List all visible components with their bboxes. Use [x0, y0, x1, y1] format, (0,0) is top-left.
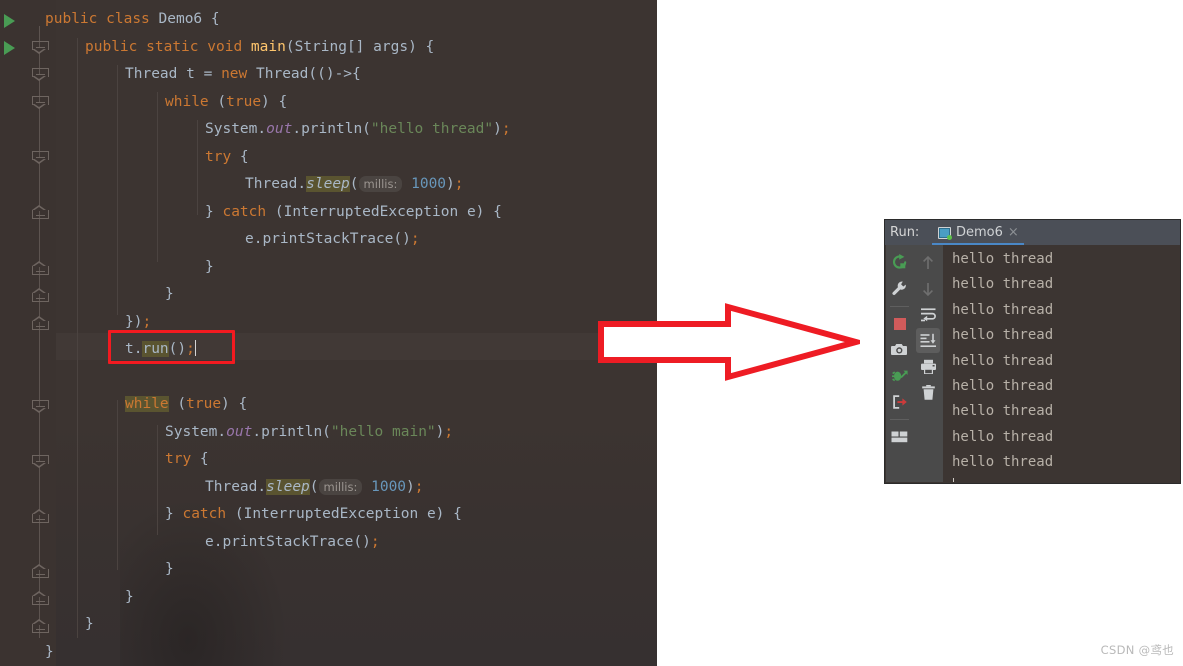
code-line[interactable]: } [0, 254, 657, 282]
code-line-text: while (true) { [165, 93, 288, 110]
console-tab-icon [938, 226, 952, 240]
indent-guide [157, 92, 158, 262]
indent-guide [197, 120, 198, 215]
code-line-text: Thread t = new Thread(()->{ [125, 66, 361, 82]
console-output-line: hello thread [952, 327, 1054, 344]
run-label: Run: [890, 225, 920, 240]
console-output-line: hello thread [952, 301, 1054, 318]
exit-icon[interactable] [888, 389, 912, 414]
run-toolbar-right[interactable] [913, 245, 943, 482]
code-line-text: public class Demo6 { [45, 11, 220, 27]
code-line-text: Thread.sleep(millis: 1000); [245, 176, 464, 192]
code-line-text: public static void main(String[] args) { [85, 38, 435, 55]
code-line[interactable]: } [0, 584, 657, 612]
arrow-up-icon[interactable] [916, 250, 940, 275]
code-line-text: } [125, 588, 134, 605]
code-line[interactable]: e.printStackTrace(); [0, 529, 657, 557]
code-line-text: e.printStackTrace(); [245, 231, 420, 247]
console-caret [953, 477, 954, 482]
rerun-icon[interactable] [888, 250, 912, 275]
code-line[interactable]: } catch (InterruptedException e) { [0, 199, 657, 227]
arrow-down-icon[interactable] [916, 276, 940, 301]
code-line[interactable]: System.out.println("hello thread"); [0, 116, 657, 144]
code-line[interactable] [0, 364, 657, 392]
watermark: CSDN @鸢也 [1100, 643, 1174, 657]
code-line[interactable]: } [0, 639, 657, 666]
code-line[interactable]: Thread.sleep(millis: 1000); [0, 171, 657, 199]
code-line-text: try { [165, 451, 209, 467]
tab-demo6[interactable]: Demo6 × [932, 220, 1025, 245]
code-line[interactable]: }); [0, 309, 657, 337]
tab-label: Demo6 [956, 225, 1003, 240]
print-icon[interactable] [916, 354, 940, 379]
red-arrow-annotation [598, 303, 860, 381]
code-line[interactable]: System.out.println("hello main"); [0, 419, 657, 447]
run-toolbar-left[interactable] [886, 245, 913, 482]
code-line-text: System.out.println("hello thread"); [205, 121, 511, 137]
console-output-line: hello thread [952, 378, 1054, 395]
code-line[interactable]: } [0, 281, 657, 309]
code-line[interactable]: public class Demo6 { [0, 6, 657, 34]
code-line-text: } catch (InterruptedException e) { [205, 203, 502, 220]
code-line-text: while (true) { [125, 396, 248, 412]
run-tool-window[interactable]: Run: Demo6 × hello thread hello thread h… [884, 219, 1181, 484]
code-line-text: Thread.sleep(millis: 1000); [205, 478, 424, 495]
code-line[interactable]: public static void main(String[] args) { [0, 34, 657, 62]
wrench-icon[interactable] [888, 276, 912, 301]
dump-threads-icon[interactable] [888, 363, 912, 388]
code-line[interactable]: try { [0, 144, 657, 172]
code-line[interactable]: } catch (InterruptedException e) { [0, 501, 657, 529]
toolbar-divider [890, 306, 909, 307]
trash-icon[interactable] [916, 380, 940, 405]
console-output-line: hello thread [952, 276, 1054, 293]
indent-guide [117, 400, 118, 570]
code-line-text: try { [205, 148, 249, 165]
code-line[interactable]: Thread.sleep(millis: 1000); [0, 474, 657, 502]
code-line[interactable]: } [0, 556, 657, 584]
close-icon[interactable]: × [1008, 226, 1019, 239]
indent-guide [77, 38, 78, 638]
soft-wrap-icon[interactable] [916, 302, 940, 327]
scroll-to-end-icon[interactable] [916, 328, 940, 353]
code-line-text: } catch (InterruptedException e) { [165, 506, 462, 522]
layout-icon[interactable] [888, 424, 912, 449]
code-line-text: e.printStackTrace(); [205, 533, 380, 550]
console-output-line: hello thread [952, 403, 1054, 420]
indent-guide [117, 65, 118, 315]
code-line-text: } [165, 286, 174, 302]
code-line[interactable]: while (true) { [0, 89, 657, 117]
code-line[interactable]: while (true) { [0, 391, 657, 419]
indent-guide [157, 425, 158, 535]
code-text[interactable]: public class Demo6 { public static void m… [0, 0, 657, 666]
console-output-line: hello thread [952, 454, 1054, 471]
code-line[interactable]: e.printStackTrace(); [0, 226, 657, 254]
camera-icon[interactable] [888, 337, 912, 362]
console-output-line: hello thread [952, 352, 1054, 369]
code-line[interactable]: t.run(); [0, 336, 657, 364]
stop-icon[interactable] [888, 311, 912, 336]
code-line-text: } [45, 643, 54, 660]
code-line[interactable]: Thread t = new Thread(()->{ [0, 61, 657, 89]
toolbar-divider-2 [890, 419, 909, 420]
code-editor[interactable]: public class Demo6 { public static void m… [0, 0, 657, 666]
code-line[interactable]: try { [0, 446, 657, 474]
run-window-header: Run: [885, 220, 1180, 245]
code-line-text: } [165, 561, 174, 577]
console-output-line: hello thread [952, 428, 1054, 445]
code-line-text: System.out.println("hello main"); [165, 423, 454, 440]
console-output-line: hello thread [952, 251, 1054, 267]
highlight-box-t-run [108, 330, 235, 364]
code-line[interactable]: } [0, 611, 657, 639]
code-line-text: } [85, 616, 94, 632]
console-output[interactable]: hello thread hello thread hello thread hell… [943, 245, 1179, 482]
code-line-text: } [205, 258, 214, 275]
